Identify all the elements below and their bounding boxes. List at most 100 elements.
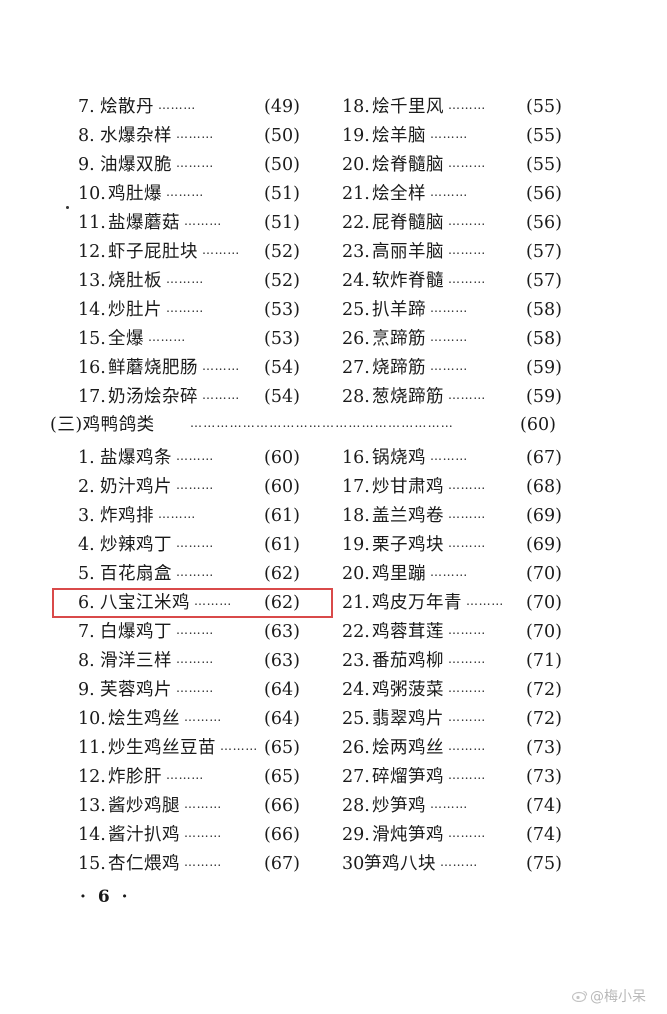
toc-entry[interactable]: 27. 碎熘笋鸡 ……… (73) — [334, 763, 664, 791]
toc-entry[interactable]: 2. 奶汁鸡片 ……… (60) — [0, 473, 330, 501]
toc-entry[interactable]: 4. 炒辣鸡丁 ……… (61) — [0, 531, 330, 559]
entry-number: 17. — [78, 387, 106, 407]
entry-number: 1. — [78, 448, 95, 468]
dot-leader: ……… — [448, 478, 486, 492]
entry-page-number: (54) — [264, 387, 300, 407]
dot-leader: ……… — [220, 739, 258, 753]
entry-number: 14. — [78, 825, 106, 845]
toc-entry[interactable]: 19. 栗子鸡块 ……… (69) — [334, 531, 664, 559]
entry-title: 屁脊髓脑 — [372, 213, 444, 233]
toc-entry[interactable]: 20. 烩脊髓脑 ……… (55) — [334, 151, 664, 179]
entry-title: 虾子屁肚块 — [108, 242, 198, 262]
section-heading[interactable]: (三)鸡鸭鸽类 …………………………………………………… (60) — [50, 411, 570, 439]
entry-number: 13. — [78, 796, 106, 816]
dot-leader: ……… — [184, 826, 222, 840]
toc-entry[interactable]: 22. 鸡蓉茸莲 ……… (70) — [334, 618, 664, 646]
toc-entry[interactable]: 9. 油爆双脆 ……… (50) — [0, 151, 330, 179]
toc-entry[interactable]: 12. 炸胗肝 ……… (65) — [0, 763, 330, 791]
entry-number: 26. — [342, 329, 370, 349]
toc-entry[interactable]: 11. 炒生鸡丝豆苗 ……… (65) — [0, 734, 330, 762]
entry-page-number: (65) — [264, 738, 300, 758]
toc-entry[interactable]: 25. 扒羊蹄 ……… (58) — [334, 296, 664, 324]
toc-entry[interactable]: 29. 滑炖笋鸡 ……… (74) — [334, 821, 664, 849]
toc-entry[interactable]: 15. 杏仁煨鸡 ……… (67) — [0, 850, 330, 878]
toc-entry[interactable]: 1. 盐爆鸡条 ……… (60) — [0, 444, 330, 472]
dot-leader: ……… — [166, 272, 204, 286]
entry-number: 19. — [342, 126, 370, 146]
toc-entry[interactable]: 19. 烩羊脑 ……… (55) — [334, 122, 664, 150]
entry-page-number: (70) — [526, 593, 562, 613]
toc-entry[interactable]: 8. 滑洋三样 ……… (63) — [0, 647, 330, 675]
toc-entry[interactable]: 8. 水爆杂样 ……… (50) — [0, 122, 330, 150]
toc-entry[interactable]: 10. 烩生鸡丝 ……… (64) — [0, 705, 330, 733]
entry-title: 鸡里蹦 — [372, 564, 426, 584]
entry-title: 酱汁扒鸡 — [108, 825, 180, 845]
entry-number: 24. — [342, 680, 370, 700]
toc-entry[interactable]: 21. 烩全样 ……… (56) — [334, 180, 664, 208]
toc-entry[interactable]: 13. 烧肚板 ……… (52) — [0, 267, 330, 295]
entry-page-number: (69) — [526, 535, 562, 555]
toc-entry[interactable]: 11. 盐爆蘑菇 ……… (51) — [0, 209, 330, 237]
toc-entry[interactable]: 24. 鸡粥菠菜 ……… (72) — [334, 676, 664, 704]
entry-title: 烩羊脑 — [372, 126, 426, 146]
toc-entry[interactable]: 16. 锅烧鸡 ……… (67) — [334, 444, 664, 472]
toc-entry[interactable]: 14. 炒肚片 ……… (53) — [0, 296, 330, 324]
entry-number: 20. — [342, 564, 370, 584]
entry-number: 9. — [78, 680, 95, 700]
entry-page-number: (57) — [526, 242, 562, 262]
toc-entry[interactable]: 13. 酱炒鸡腿 ……… (66) — [0, 792, 330, 820]
toc-entry[interactable]: 10. 鸡肚爆 ……… (51) — [0, 180, 330, 208]
toc-entry[interactable]: 12. 虾子屁肚块 ……… (52) — [0, 238, 330, 266]
toc-entry[interactable]: 25. 翡翠鸡片 ……… (72) — [334, 705, 664, 733]
entry-title: 炸鸡排 — [100, 506, 154, 526]
toc-entry[interactable]: 17. 炒甘肃鸡 ……… (68) — [334, 473, 664, 501]
entry-number: 13. — [78, 271, 106, 291]
toc-entry[interactable]: 7. 烩散丹 ……… (49) — [0, 93, 330, 121]
entry-number: 20. — [342, 155, 370, 175]
toc-entry[interactable]: 18. 烩千里风 ……… (55) — [334, 93, 664, 121]
dot-leader: ……… — [440, 855, 478, 869]
toc-entry[interactable]: 23. 高丽羊脑 ……… (57) — [334, 238, 664, 266]
dot-leader: ……… — [448, 272, 486, 286]
entry-title: 炒肚片 — [108, 300, 162, 320]
toc-entry[interactable]: 3. 炸鸡排 ……… (61) — [0, 502, 330, 530]
toc-entry[interactable]: 6. 八宝江米鸡 ……… (62) — [0, 589, 330, 617]
toc-entry[interactable]: 28. 葱烧蹄筋 ……… (59) — [334, 383, 664, 411]
entry-page-number: (51) — [264, 184, 300, 204]
entry-number: 30 — [342, 854, 365, 874]
entry-number: 26. — [342, 738, 370, 758]
entry-page-number: (59) — [526, 387, 562, 407]
entry-page-number: (72) — [526, 709, 562, 729]
entry-title: 烹蹄筋 — [372, 329, 426, 349]
toc-entry[interactable]: 30 笋鸡八块 ……… (75) — [334, 850, 664, 878]
toc-entry[interactable]: 5. 百花扇盒 ……… (62) — [0, 560, 330, 588]
toc-entry[interactable]: 17. 奶汤烩杂碎 ……… (54) — [0, 383, 330, 411]
toc-entry[interactable]: 28. 炒笋鸡 ……… (74) — [334, 792, 664, 820]
toc-entry[interactable]: 22. 屁脊髓脑 ……… (56) — [334, 209, 664, 237]
entry-title: 烩两鸡丝 — [372, 738, 444, 758]
entry-number: 27. — [342, 358, 370, 378]
entry-title: 笋鸡八块 — [364, 854, 436, 874]
dot-leader: ……… — [448, 710, 486, 724]
section-title: (三)鸡鸭鸽类 — [50, 415, 155, 435]
toc-entry[interactable]: 23. 番茄鸡柳 ……… (71) — [334, 647, 664, 675]
toc-entry[interactable]: 15. 全爆 ……… (53) — [0, 325, 330, 353]
toc-entry[interactable]: 7. 白爆鸡丁 ……… (63) — [0, 618, 330, 646]
toc-entry[interactable]: 26. 烩两鸡丝 ……… (73) — [334, 734, 664, 762]
dot-leader: ……… — [448, 623, 486, 637]
entry-title: 烧蹄筋 — [372, 358, 426, 378]
entry-number: 5. — [78, 564, 95, 584]
toc-entry[interactable]: 21. 鸡皮万年青 ……… (70) — [334, 589, 664, 617]
entry-page-number: (51) — [264, 213, 300, 233]
toc-entry[interactable]: 27. 烧蹄筋 ……… (59) — [334, 354, 664, 382]
toc-entry[interactable]: 20. 鸡里蹦 ……… (70) — [334, 560, 664, 588]
toc-entry[interactable]: 14. 酱汁扒鸡 ……… (66) — [0, 821, 330, 849]
entry-number: 16. — [78, 358, 106, 378]
toc-entry[interactable]: 16. 鲜蘑烧肥肠 ……… (54) — [0, 354, 330, 382]
toc-entry[interactable]: 24. 软炸脊髓 ……… (57) — [334, 267, 664, 295]
toc-entry[interactable]: 26. 烹蹄筋 ……… (58) — [334, 325, 664, 353]
entry-page-number: (61) — [264, 535, 300, 555]
dot-leader: ……… — [176, 127, 214, 141]
toc-entry[interactable]: 9. 芙蓉鸡片 ……… (64) — [0, 676, 330, 704]
toc-entry[interactable]: 18. 盖兰鸡卷 ……… (69) — [334, 502, 664, 530]
